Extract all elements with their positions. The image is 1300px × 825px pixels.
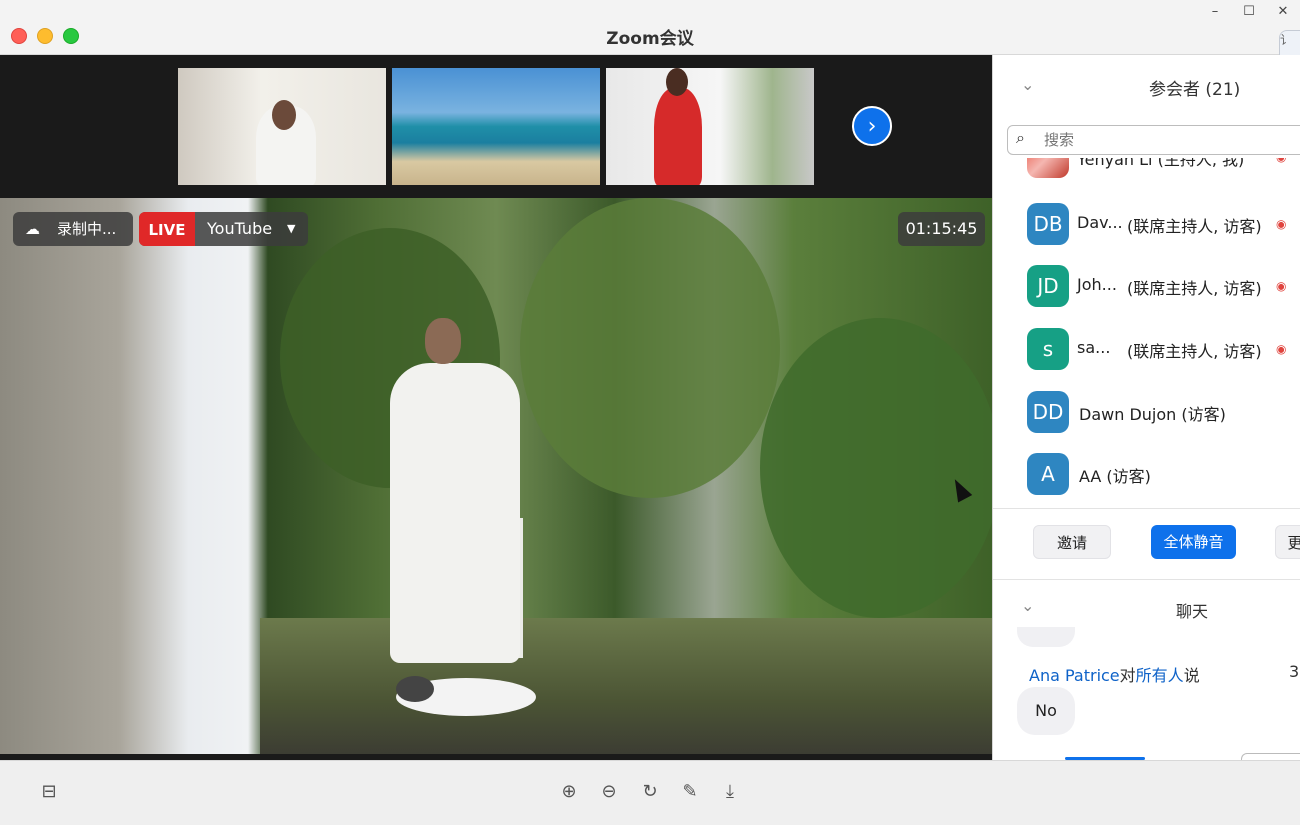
- avatar: s: [1027, 328, 1069, 370]
- side-panel: ⌄ 参会者 (21) ⌕ Yehyan Li (主持人, 我) ◉ DB Dav…: [992, 55, 1300, 762]
- video-off-icon: ◉: [1276, 342, 1287, 356]
- participant-head: [666, 68, 688, 96]
- video-off-icon: ◉: [1276, 158, 1286, 164]
- participant-name: AA (访客): [1079, 467, 1151, 486]
- mute-all-button[interactable]: 全体静音: [1151, 525, 1236, 559]
- avatar: A: [1027, 453, 1069, 495]
- cat-spot: [396, 676, 434, 702]
- to-word: 对: [1119, 666, 1136, 685]
- sender-name[interactable]: Ana Patrice: [1029, 666, 1120, 685]
- participant-name: Dav...: [1077, 213, 1123, 232]
- participant-thumbnail[interactable]: [178, 68, 386, 185]
- foliage: [520, 198, 780, 498]
- zoom-in-icon[interactable]: ⊕: [558, 781, 580, 803]
- avatar: DD: [1027, 391, 1069, 433]
- search-icon: ⌕: [1016, 128, 1025, 147]
- foliage: [760, 318, 992, 618]
- participant-name: Joh...: [1077, 275, 1117, 294]
- avatar: DB: [1027, 203, 1069, 245]
- chevron-down-icon[interactable]: ⌄: [1021, 596, 1034, 615]
- ground: [260, 618, 992, 754]
- previous-message-bubble: [1017, 627, 1075, 647]
- participant-row[interactable]: JD Joh... (联席主持人, 访客) ◉: [993, 257, 1300, 319]
- recipients: 所有人: [1135, 666, 1184, 685]
- participant-list: Yehyan Li (主持人, 我) ◉ DB Dav... (联席主持人, 访…: [993, 158, 1300, 508]
- layout-icon[interactable]: ⊟: [38, 781, 60, 803]
- active-speaker-video[interactable]: [0, 198, 992, 754]
- stream-platform: YouTube: [207, 219, 273, 238]
- chat-message-bubble: No: [1017, 687, 1075, 735]
- video-off-icon: ◉: [1276, 279, 1287, 293]
- chat-title: 聊天: [1176, 602, 1209, 621]
- close-icon[interactable]: ✕: [1273, 4, 1293, 19]
- recording-label: 录制中...: [57, 220, 117, 238]
- participant-figure: [654, 88, 702, 185]
- minimize-icon[interactable]: –: [1205, 4, 1225, 19]
- participant-role: (联席主持人, 访客): [1127, 279, 1262, 298]
- participant-name: sa...: [1077, 338, 1111, 357]
- chat-header: ⌄ 聊天: [993, 578, 1300, 634]
- participant-row[interactable]: A AA (访客): [993, 445, 1300, 507]
- participant-name: Yehyan Li (主持人, 我): [1077, 158, 1245, 169]
- avatar: JD: [1027, 265, 1069, 307]
- recording-indicator[interactable]: ☁ 录制中...: [13, 212, 133, 246]
- annotate-icon[interactable]: ✎: [679, 781, 701, 803]
- video-off-icon: ◉: [1276, 217, 1287, 231]
- message-time: 3: [1289, 662, 1300, 681]
- more-button[interactable]: 更: [1275, 525, 1300, 559]
- speaker-body: [390, 363, 520, 663]
- title-bar: Zoom会议 – ☐ ✕ 讠: [0, 0, 1300, 82]
- participant-thumbnail[interactable]: [606, 68, 814, 185]
- download-icon[interactable]: ⤓: [719, 781, 741, 803]
- participant-row[interactable]: Yehyan Li (主持人, 我) ◉: [993, 158, 1300, 190]
- participant-head: [272, 100, 296, 130]
- meeting-timer: 01:15:45: [898, 212, 985, 246]
- participants-header: ⌄ 参会者 (21): [993, 55, 1300, 115]
- thumbnail-strip: ›: [0, 55, 992, 198]
- participant-search[interactable]: ⌕: [1007, 125, 1300, 155]
- live-badge: LIVE: [139, 212, 195, 246]
- cloud-icon: ☁: [25, 220, 40, 238]
- says-word: 说: [1183, 666, 1200, 685]
- speaker-head: [425, 318, 461, 364]
- participant-role: (联席主持人, 访客): [1127, 217, 1262, 236]
- video-area: › ☁ 录制中... LIVE YouTube ▼ 01:15:45: [0, 55, 992, 760]
- participant-role: (联席主持人, 访客): [1127, 342, 1262, 361]
- invite-button[interactable]: 邀请: [1033, 525, 1111, 559]
- participants-title: 参会者 (21): [1149, 80, 1241, 100]
- participant-row[interactable]: DB Dav... (联席主持人, 访客) ◉: [993, 195, 1300, 257]
- zoom-out-icon[interactable]: ⊖: [598, 781, 620, 803]
- avatar: [1027, 158, 1069, 178]
- chevron-down-icon[interactable]: ▼: [287, 212, 295, 246]
- live-stream-indicator[interactable]: LIVE YouTube ▼: [139, 212, 308, 246]
- bottom-toolbar: ⊟ ⊕ ⊖ ↻ ✎ ⤓: [0, 760, 1300, 825]
- chat-sender-line: Ana Patrice对所有人说: [1029, 662, 1200, 686]
- chevron-down-icon[interactable]: ⌄: [1021, 75, 1034, 94]
- next-page-button[interactable]: ›: [852, 106, 892, 146]
- rotate-icon[interactable]: ↻: [639, 781, 661, 803]
- participant-row[interactable]: DD Dawn Dujon (访客): [993, 383, 1300, 445]
- participant-name: Dawn Dujon (访客): [1079, 405, 1226, 424]
- maximize-icon[interactable]: ☐: [1239, 4, 1259, 19]
- participant-actions: 邀请 全体静音 更: [993, 508, 1300, 580]
- search-input[interactable]: [1042, 129, 1296, 151]
- window-title: Zoom会议: [606, 29, 694, 49]
- participant-row[interactable]: s sa... (联席主持人, 访客) ◉: [993, 320, 1300, 382]
- participant-thumbnail[interactable]: [392, 68, 600, 185]
